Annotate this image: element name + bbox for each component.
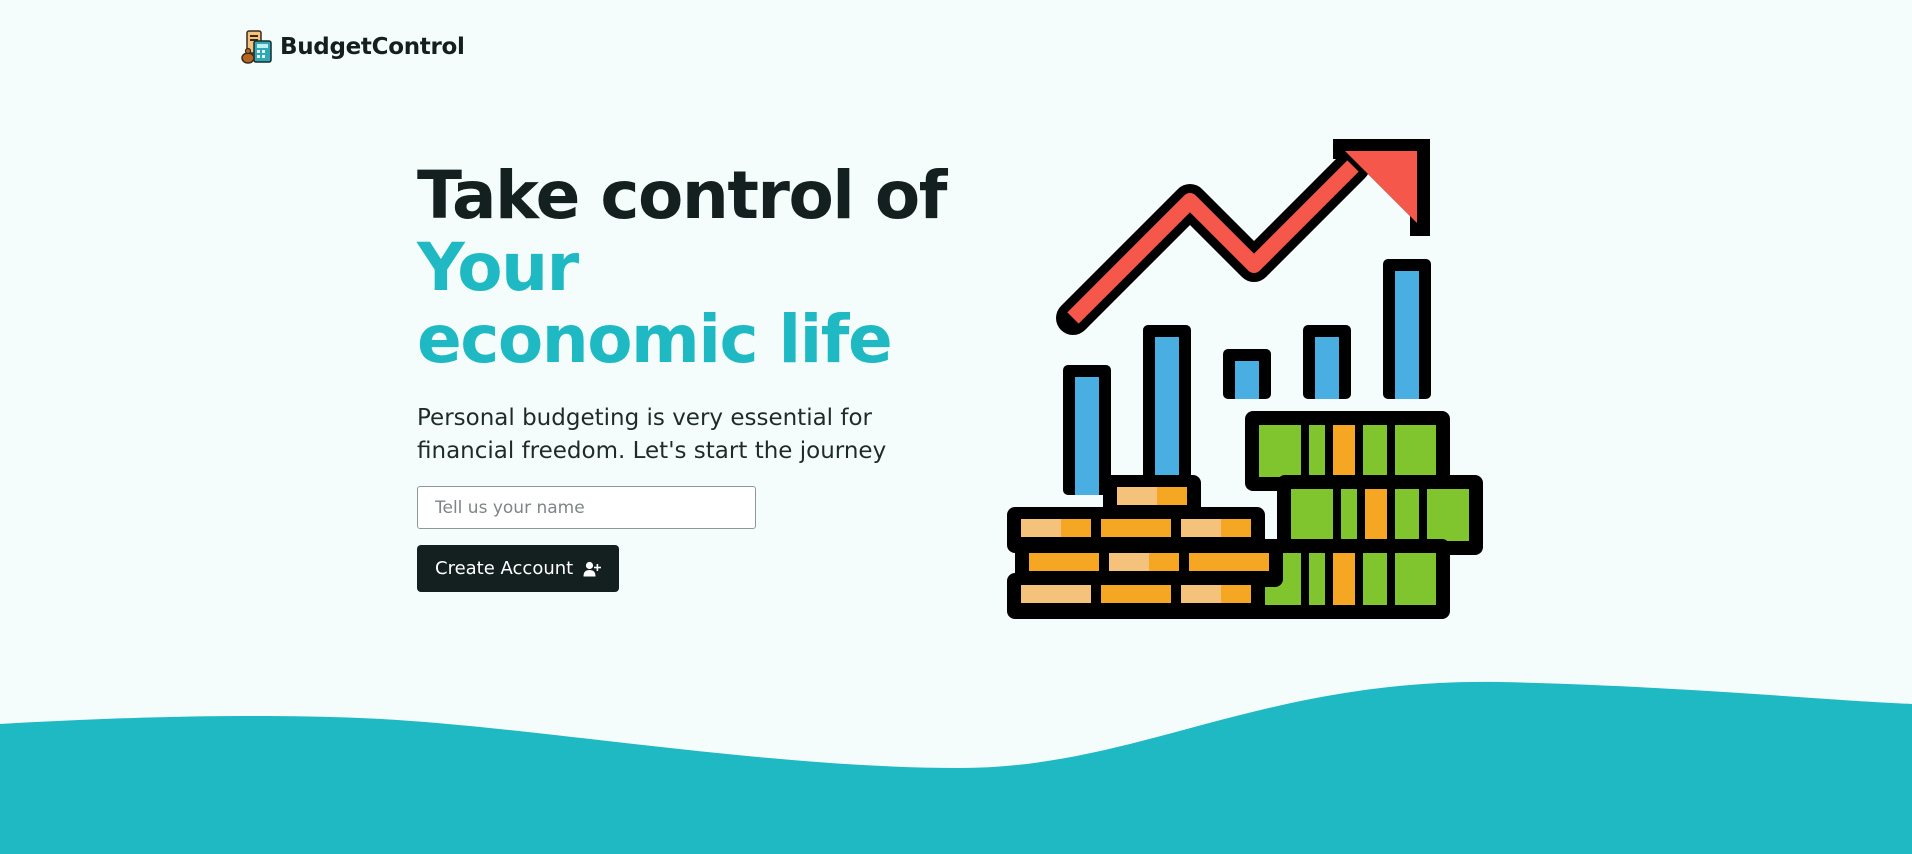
hero-subtitle: Personal budgeting is very essential for…: [417, 405, 887, 464]
hero-headline: Take control of Your economic life: [417, 160, 977, 376]
finance-growth-chart-icon: [1007, 139, 1483, 619]
brand-name: BudgetControl: [280, 34, 465, 60]
create-account-button[interactable]: Create Account: [417, 545, 620, 592]
create-account-label: Create Account: [435, 558, 574, 579]
landing-page: BudgetControl Take control of Your econo…: [0, 0, 1912, 854]
name-input[interactable]: [417, 486, 756, 529]
navbar-brand[interactable]: BudgetControl: [241, 30, 465, 64]
user-plus-icon: [583, 561, 602, 576]
headline-line-2-accent: Your economic life: [417, 229, 893, 378]
hero-section: Take control of Your economic life Perso…: [417, 160, 977, 592]
headline-line-1: Take control of: [417, 157, 947, 234]
budget-calculator-icon: [241, 30, 272, 64]
footer-wave: [0, 681, 1912, 854]
